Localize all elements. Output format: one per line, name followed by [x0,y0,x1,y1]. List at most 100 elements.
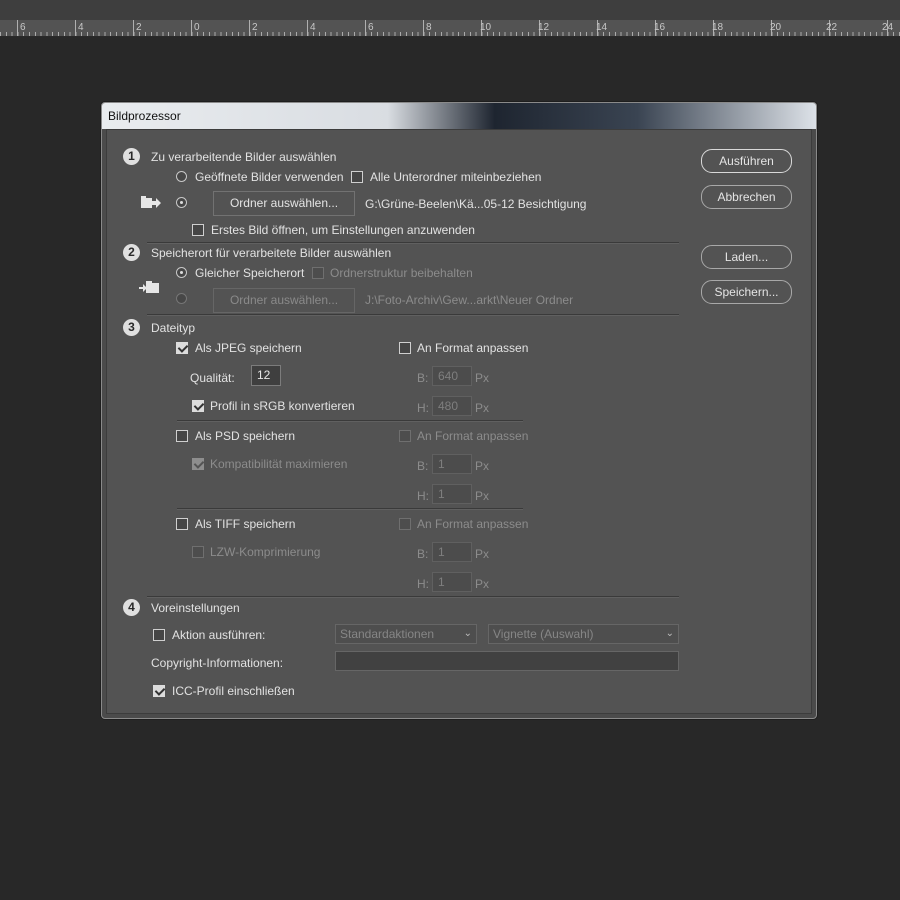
jpeg-fit-checkbox[interactable] [399,342,411,354]
ruler-label: 12 [538,22,550,33]
psd-fit-checkbox[interactable] [399,430,411,442]
action-select[interactable]: Vignette (Auswahl) ⌄ [488,624,679,644]
open-images-label[interactable]: Geöffnete Bilder verwenden [195,170,344,184]
save-psd-checkbox[interactable] [176,430,188,442]
load-button[interactable]: Laden... [701,245,792,269]
chevron-down-icon: ⌄ [665,628,674,639]
ruler-label: 4 [78,22,84,33]
filetype-divider [177,420,523,422]
tiff-width-unit: Px [475,547,490,561]
psd-height-input[interactable]: 1 [432,484,472,504]
jpeg-fit-label[interactable]: An Format anpassen [417,341,528,355]
ruler-major-tick [133,20,134,36]
choose-folder-radio[interactable] [176,197,187,208]
horizontal-ruler[interactable]: 6 4 2 0 2 4 6 8 10 12 14 16 18 20 22 24 [0,0,900,37]
open-images-radio[interactable] [176,171,187,182]
run-action-checkbox[interactable] [153,629,165,641]
tiff-height-input[interactable]: 1 [432,572,472,592]
tiff-lzw-checkbox[interactable] [192,546,204,558]
choose-destination-radio[interactable] [176,293,187,304]
include-subfolders-checkbox[interactable] [351,171,363,183]
ruler-label: 16 [654,22,666,33]
ruler-label: 4 [310,22,316,33]
psd-compat-checkbox[interactable] [192,458,204,470]
folder-save-icon [139,281,159,293]
dialog-title: Bildprozessor [108,109,181,123]
save-jpeg-label[interactable]: Als JPEG speichern [195,341,302,355]
same-location-label[interactable]: Gleicher Speicherort [195,266,304,280]
ruler-label: 14 [596,22,608,33]
save-tiff-checkbox[interactable] [176,518,188,530]
tiff-width-input[interactable]: 1 [432,542,472,562]
copyright-label: Copyright-Informationen: [151,656,284,670]
jpeg-width-unit: Px [475,371,490,385]
jpeg-srgb-label[interactable]: Profil in sRGB konvertieren [210,399,355,413]
jpeg-height-input[interactable]: 480 [432,396,472,416]
include-icc-checkbox[interactable] [153,685,165,697]
tiff-lzw-label[interactable]: LZW-Komprimierung [210,545,320,559]
ruler-major-tick [17,20,18,36]
same-location-radio[interactable] [176,267,187,278]
destination-folder-path: J:\Foto-Archiv\Gew...arkt\Neuer Ordner [365,293,574,307]
psd-height-unit: Px [475,489,490,503]
jpeg-quality-input[interactable]: 12 [251,365,281,386]
action-value: Vignette (Auswahl) [493,627,594,641]
jpeg-width-label: B: [417,371,429,385]
psd-width-unit: Px [475,459,490,473]
ruler-major-tick [75,20,76,36]
tiff-fit-label[interactable]: An Format anpassen [417,517,528,531]
save-jpeg-checkbox[interactable] [176,342,188,354]
section3-heading: Dateityp [151,321,196,335]
ruler-major-tick [423,20,424,36]
copyright-input[interactable] [335,651,679,671]
choose-destination-folder-button[interactable]: Ordner auswählen... [213,288,355,313]
include-icc-label[interactable]: ICC-Profil einschließen [172,684,295,698]
ruler-ticks [0,20,900,36]
ruler-major-tick [307,20,308,36]
step-3-badge: 3 [123,319,140,336]
open-first-image-checkbox[interactable] [192,224,204,236]
step-4-badge: 4 [123,599,140,616]
save-tiff-label[interactable]: Als TIFF speichern [195,517,295,531]
cancel-button[interactable]: Abbrechen [701,185,792,209]
ruler-label: 10 [480,22,492,33]
keep-structure-label[interactable]: Ordnerstruktur beibehalten [330,266,473,280]
run-action-label[interactable]: Aktion ausführen: [172,628,265,642]
dialog-titlebar[interactable]: Bildprozessor [102,103,816,129]
chevron-down-icon: ⌄ [463,628,472,639]
ruler-major-tick [249,20,250,36]
tiff-fit-checkbox[interactable] [399,518,411,530]
choose-source-folder-button[interactable]: Ordner auswählen... [213,191,355,216]
keep-structure-checkbox[interactable] [312,267,324,279]
ruler-label: 0 [194,22,200,33]
ruler-label: 22 [826,22,838,33]
ruler-label: 2 [136,22,142,33]
image-processor-dialog: Bildprozessor 1 Zu verarbeitende Bilder … [101,102,817,719]
ruler-label: 2 [252,22,258,33]
jpeg-quality-label: Qualität: [190,371,235,385]
run-button[interactable]: Ausführen [701,149,792,173]
save-psd-label[interactable]: Als PSD speichern [195,429,295,443]
folder-arrow-icon [141,196,161,208]
section-divider [147,242,679,244]
section1-heading: Zu verarbeitende Bilder auswählen [151,150,337,164]
psd-compat-label[interactable]: Kompatibilität maximieren [210,457,347,471]
include-subfolders-label[interactable]: Alle Unterordner miteinbeziehen [370,170,541,184]
action-set-select[interactable]: Standardaktionen ⌄ [335,624,477,644]
psd-fit-label[interactable]: An Format anpassen [417,429,528,443]
section2-heading: Speicherort für verarbeitete Bilder ausw… [151,246,392,260]
step-1-badge: 1 [123,148,140,165]
tiff-width-label: B: [417,547,429,561]
psd-height-label: H: [417,489,429,503]
psd-width-label: B: [417,459,429,473]
open-first-image-label[interactable]: Erstes Bild öffnen, um Einstellungen anz… [211,223,475,237]
jpeg-height-label: H: [417,401,429,415]
ruler-major-tick [365,20,366,36]
jpeg-height-unit: Px [475,401,490,415]
jpeg-width-input[interactable]: 640 [432,366,472,386]
psd-width-input[interactable]: 1 [432,454,472,474]
jpeg-srgb-checkbox[interactable] [192,400,204,412]
section4-heading: Voreinstellungen [151,601,240,615]
save-settings-button[interactable]: Speichern... [701,280,792,304]
section-divider [147,596,679,598]
